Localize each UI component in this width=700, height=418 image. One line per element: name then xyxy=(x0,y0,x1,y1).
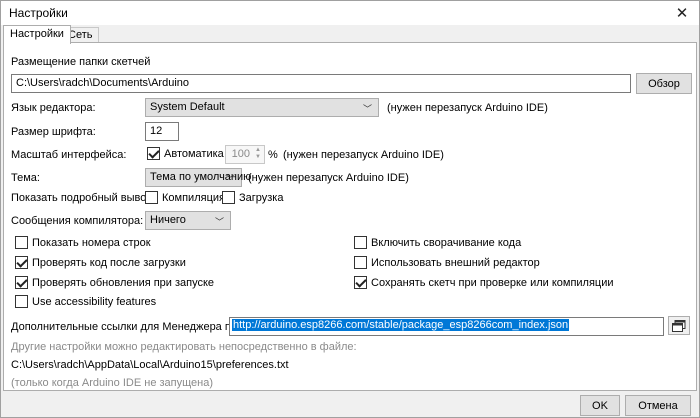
info-line-1: Другие настройки можно редактировать неп… xyxy=(11,341,357,353)
checkbox-icon xyxy=(15,256,28,269)
scale-unit: % xyxy=(268,149,278,161)
save-on-verify-checkbox[interactable]: Сохранять скетч при проверке или компиля… xyxy=(354,276,614,289)
verbose-upload-checkbox[interactable]: Загрузка xyxy=(222,191,283,204)
scale-note: (нужен перезапуск Arduino IDE) xyxy=(283,149,444,161)
check-updates-checkbox[interactable]: Проверять обновления при запуске xyxy=(15,276,214,289)
tab-settings[interactable]: Настройки xyxy=(3,25,71,44)
preferences-path: C:\Users\radch\AppData\Local\Arduino15\p… xyxy=(11,359,289,371)
check-updates-label: Проверять обновления при запуске xyxy=(32,276,215,289)
scale-label: Масштаб интерфейса: xyxy=(11,149,127,161)
scale-auto-checkbox[interactable]: Автоматика xyxy=(147,147,224,160)
close-button[interactable]: ✕ xyxy=(665,1,699,25)
browse-button-label: Обзор xyxy=(648,77,680,90)
close-icon: ✕ xyxy=(675,5,689,22)
external-editor-label: Использовать внешний редактор xyxy=(371,256,540,269)
theme-select[interactable]: Тема по умолчанию ﹀ xyxy=(145,168,251,187)
board-urls-input[interactable]: http://arduino.esp8266.com/stable/packag… xyxy=(229,317,664,336)
preferences-window: Настройки ✕ Настройки Сеть Размещение па… xyxy=(0,0,700,418)
checkbox-icon xyxy=(147,147,160,160)
theme-note: (нужен перезапуск Arduino IDE) xyxy=(248,172,409,184)
warnings-label: Сообщения компилятора: xyxy=(11,215,144,227)
editor-language-value: System Default xyxy=(150,101,225,113)
verbose-compile-label: Компиляция xyxy=(162,191,225,204)
accessibility-checkbox[interactable]: Use accessibility features xyxy=(15,295,156,308)
warnings-value: Ничего xyxy=(150,214,186,226)
editor-language-label: Язык редактора: xyxy=(11,102,96,114)
external-editor-checkbox[interactable]: Использовать внешний редактор xyxy=(354,256,540,269)
sketchbook-path-input[interactable]: C:\Users\radch\Documents\Arduino xyxy=(11,74,631,93)
window-list-icon xyxy=(672,319,686,332)
accessibility-label: Use accessibility features xyxy=(32,295,157,308)
theme-label: Тема: xyxy=(11,172,40,184)
ok-button-label: OK xyxy=(592,399,608,412)
info-line-3: (только когда Arduino IDE не запущена) xyxy=(11,377,214,389)
checkbox-icon xyxy=(15,276,28,289)
verify-after-upload-checkbox[interactable]: Проверять код после загрузки xyxy=(15,256,186,269)
code-folding-label: Включить сворачивание кода xyxy=(371,236,522,249)
edit-urls-button[interactable] xyxy=(668,316,690,335)
window-title: Настройки xyxy=(9,6,68,20)
title-bar: Настройки ✕ xyxy=(1,1,699,25)
tab-network-label: Сеть xyxy=(68,29,93,41)
board-urls-value: http://arduino.esp8266.com/stable/packag… xyxy=(232,319,570,331)
checkbox-icon xyxy=(222,191,235,204)
scale-percent-input[interactable]: 100 ▲ ▼ xyxy=(225,145,265,164)
chevron-down-icon: ﹀ xyxy=(362,104,372,114)
checkbox-icon xyxy=(354,236,367,249)
checkbox-icon xyxy=(15,236,28,249)
verify-after-upload-label: Проверять код после загрузки xyxy=(32,256,186,269)
checkbox-icon xyxy=(145,191,158,204)
show-line-numbers-checkbox[interactable]: Показать номера строк xyxy=(15,236,151,249)
tab-settings-label: Настройки xyxy=(10,28,64,40)
scale-auto-label: Автоматика xyxy=(164,147,224,160)
scale-percent-value: 100 xyxy=(231,148,250,160)
verbose-label: Показать подробный вывод: xyxy=(11,192,156,204)
sketchbook-label: Размещение папки скетчей xyxy=(11,56,151,68)
cancel-button[interactable]: Отмена xyxy=(625,395,691,416)
font-size-input[interactable]: 12 xyxy=(145,122,179,141)
chevron-down-icon: ﹀ xyxy=(225,174,235,184)
dialog-footer: OK Отмена xyxy=(1,393,699,418)
verbose-compile-checkbox[interactable]: Компиляция xyxy=(145,191,225,204)
settings-panel: Размещение папки скетчей C:\Users\radch\… xyxy=(3,42,697,391)
editor-language-select[interactable]: System Default ﹀ xyxy=(145,98,379,117)
browse-button[interactable]: Обзор xyxy=(636,73,692,94)
show-line-numbers-label: Показать номера строк xyxy=(32,236,151,249)
save-on-verify-label: Сохранять скетч при проверке или компиля… xyxy=(371,276,614,289)
board-urls-label: Дополнительные ссылки для Менеджера плат… xyxy=(11,321,252,333)
checkbox-icon xyxy=(354,276,367,289)
warnings-select[interactable]: Ничего ﹀ xyxy=(145,211,231,230)
code-folding-checkbox[interactable]: Включить сворачивание кода xyxy=(354,236,521,249)
spinner-arrows-icon[interactable]: ▲ ▼ xyxy=(253,147,263,162)
ok-button[interactable]: OK xyxy=(580,395,620,416)
chevron-down-icon: ﹀ xyxy=(214,217,224,227)
editor-language-note: (нужен перезапуск Arduino IDE) xyxy=(387,102,548,114)
cancel-button-label: Отмена xyxy=(638,399,678,412)
verbose-upload-label: Загрузка xyxy=(239,191,284,204)
font-size-label: Размер шрифта: xyxy=(11,126,96,138)
checkbox-icon xyxy=(354,256,367,269)
checkbox-icon xyxy=(15,295,28,308)
theme-value: Тема по умолчанию xyxy=(150,171,252,183)
